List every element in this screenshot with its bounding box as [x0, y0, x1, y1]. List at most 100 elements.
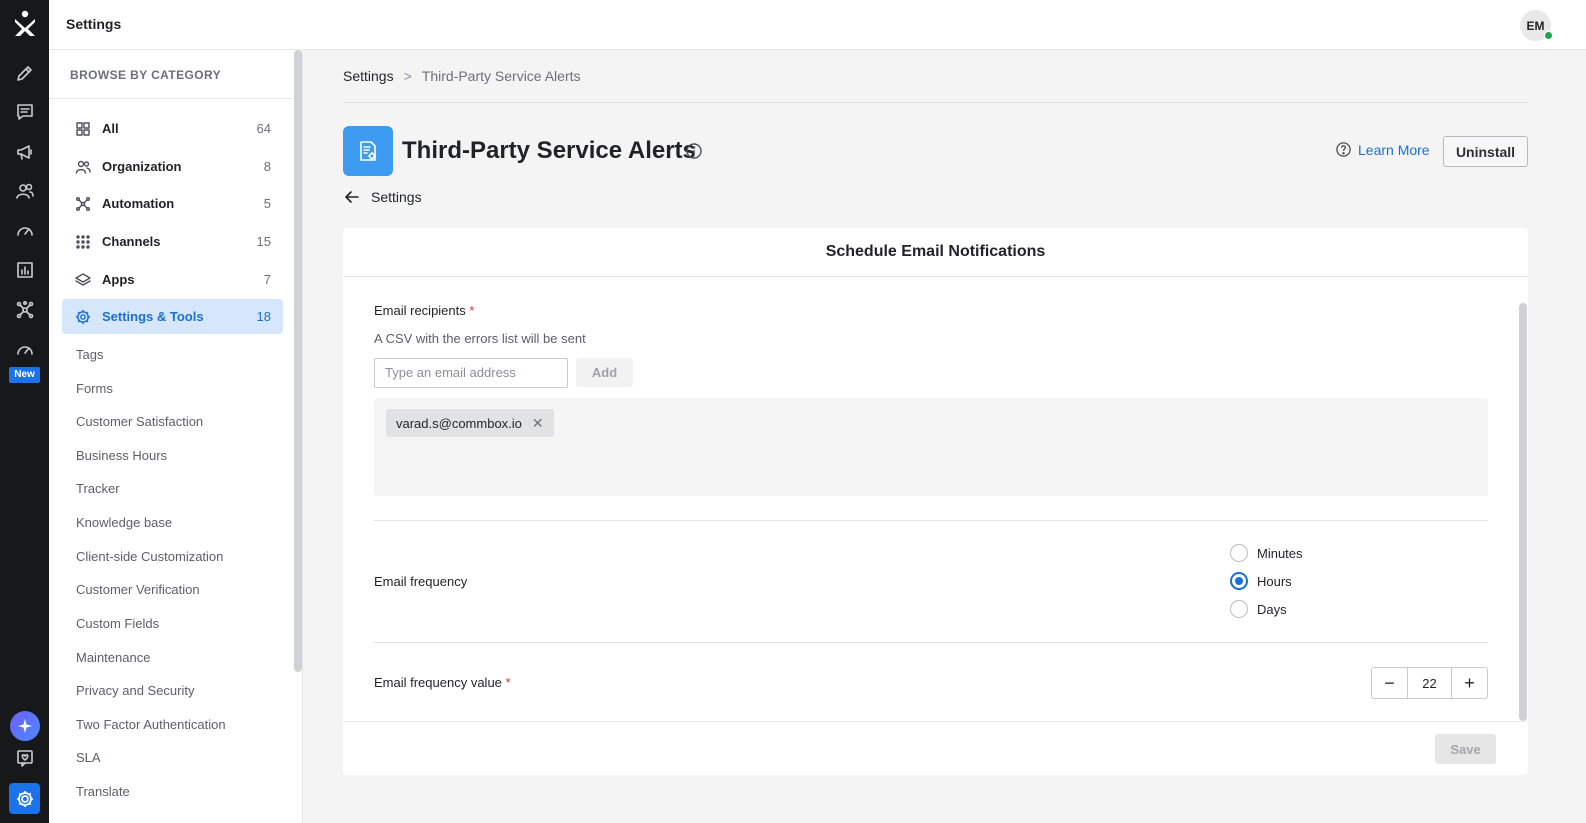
grid-icon: [75, 121, 91, 137]
divider: [374, 520, 1488, 521]
recipients-hint: A CSV with the errors list will be sent: [374, 331, 586, 346]
subitem-two-factor-auth[interactable]: Two Factor Authentication: [76, 717, 226, 732]
uninstall-button[interactable]: Uninstall: [1443, 136, 1528, 167]
breadcrumb-root[interactable]: Settings: [343, 68, 394, 84]
gear-icon: [75, 309, 91, 325]
category-count: 64: [256, 121, 271, 136]
radio-label: Days: [1257, 601, 1287, 617]
back-link[interactable]: Settings: [343, 188, 422, 206]
category-apps[interactable]: Apps 7: [62, 262, 283, 297]
category-count: 5: [263, 196, 271, 211]
chat-icon[interactable]: [13, 100, 37, 124]
category-count: 8: [263, 159, 271, 174]
add-email-button[interactable]: Add: [576, 358, 633, 387]
category-channels[interactable]: Channels 15: [62, 224, 283, 259]
subitem-forms[interactable]: Forms: [76, 381, 113, 396]
category-label: Channels: [102, 234, 161, 249]
category-organization[interactable]: Organization 8: [62, 149, 283, 184]
subitem-customer-verification[interactable]: Customer Verification: [76, 582, 200, 597]
category-label: Apps: [102, 272, 135, 287]
breadcrumb-current: Third-Party Service Alerts: [421, 68, 581, 84]
card-title: Schedule Email Notifications: [825, 243, 1046, 260]
breadcrumb-separator: >: [403, 68, 412, 84]
subitem-sla[interactable]: SLA: [76, 750, 101, 765]
frequency-option-days[interactable]: Days: [1230, 600, 1287, 618]
frequency-value-text: Email frequency value: [374, 675, 502, 690]
subitem-translate[interactable]: Translate: [76, 784, 130, 799]
remove-recipient-icon[interactable]: ✕: [532, 415, 544, 432]
increment-button[interactable]: +: [1452, 668, 1487, 698]
category-count: 18: [256, 309, 271, 324]
layers-icon: [75, 272, 91, 288]
learn-more-link[interactable]: Learn More: [1335, 141, 1430, 158]
required-mark: *: [469, 303, 475, 318]
email-frequency-label: Email frequency: [374, 574, 468, 589]
required-mark: *: [505, 675, 511, 690]
category-sidebar: BROWSE BY CATEGORY All 64 Organization 8…: [49, 50, 303, 823]
decrement-button[interactable]: −: [1372, 668, 1407, 698]
radio-button[interactable]: [1230, 544, 1248, 562]
feedback-heart-icon[interactable]: [13, 746, 37, 770]
frequency-value-input[interactable]: 22: [1407, 668, 1452, 698]
schedule-email-card: Schedule Email Notifications Email recip…: [343, 228, 1528, 775]
commbox-logo-icon[interactable]: [12, 10, 38, 38]
settings-gear-icon[interactable]: [9, 783, 40, 814]
contacts-icon[interactable]: [13, 179, 37, 203]
email-frequency-value-label: Email frequency value *: [374, 675, 511, 690]
radio-label: Minutes: [1257, 545, 1303, 561]
save-button[interactable]: Save: [1435, 734, 1496, 764]
megaphone-icon[interactable]: [13, 140, 37, 164]
category-count: 15: [256, 234, 271, 249]
ai-assistant-icon[interactable]: [10, 711, 40, 741]
subitem-client-side-customization[interactable]: Client-side Customization: [76, 549, 223, 564]
app-document-gear-icon: [343, 126, 393, 176]
card-scrollbar[interactable]: [1519, 303, 1527, 721]
category-settings-tools[interactable]: Settings & Tools 18: [62, 299, 283, 334]
radio-button[interactable]: [1230, 572, 1248, 590]
app-rail: New: [0, 0, 49, 823]
subitem-maintenance[interactable]: Maintenance: [76, 650, 150, 665]
subitem-knowledge-base[interactable]: Knowledge base: [76, 515, 172, 530]
divider: [343, 102, 1528, 103]
dots-grid-icon: [75, 234, 91, 250]
recipients-list: varad.s@commbox.io ✕: [374, 398, 1488, 496]
presence-indicator: [1544, 31, 1553, 40]
category-automation[interactable]: Automation 5: [62, 186, 283, 221]
new-badge: New: [9, 367, 40, 383]
category-heading: BROWSE BY CATEGORY: [70, 68, 221, 82]
email-recipients-label: Email recipients *: [374, 303, 474, 318]
divider: [343, 276, 1528, 277]
subitem-privacy-security[interactable]: Privacy and Security: [76, 683, 195, 698]
sidebar-scrollbar[interactable]: [294, 50, 302, 672]
pencil-icon[interactable]: [13, 61, 37, 85]
email-input[interactable]: Type an email address: [374, 358, 568, 388]
category-label: All: [102, 121, 119, 136]
subitem-business-hours[interactable]: Business Hours: [76, 448, 167, 463]
divider: [343, 721, 1528, 722]
category-label: Organization: [102, 159, 182, 174]
info-icon[interactable]: [685, 142, 703, 160]
top-bar: Settings EM: [49, 0, 1586, 50]
divider: [374, 642, 1488, 643]
category-label: Automation: [102, 196, 175, 211]
subitem-custom-fields[interactable]: Custom Fields: [76, 616, 159, 631]
category-all[interactable]: All 64: [62, 111, 283, 146]
back-label: Settings: [371, 189, 422, 205]
users-icon: [75, 159, 91, 175]
frequency-option-hours[interactable]: Hours: [1230, 572, 1292, 590]
reports-icon[interactable]: [13, 258, 37, 282]
network-icon: [75, 196, 91, 212]
speedometer-icon[interactable]: [13, 338, 37, 362]
subitem-tracker[interactable]: Tracker: [76, 481, 120, 496]
category-count: 7: [263, 272, 271, 287]
recipient-email: varad.s@commbox.io: [396, 415, 522, 431]
radio-button[interactable]: [1230, 600, 1248, 618]
app-title: Third-Party Service Alerts: [402, 137, 696, 164]
dashboard-icon[interactable]: [13, 219, 37, 243]
email-recipients-text: Email recipients: [374, 303, 466, 318]
subitem-tags[interactable]: Tags: [76, 347, 103, 362]
frequency-option-minutes[interactable]: Minutes: [1230, 544, 1303, 562]
arrow-left-icon: [345, 191, 359, 203]
automation-network-icon[interactable]: [13, 298, 37, 322]
subitem-customer-satisfaction[interactable]: Customer Satisfaction: [76, 414, 203, 429]
